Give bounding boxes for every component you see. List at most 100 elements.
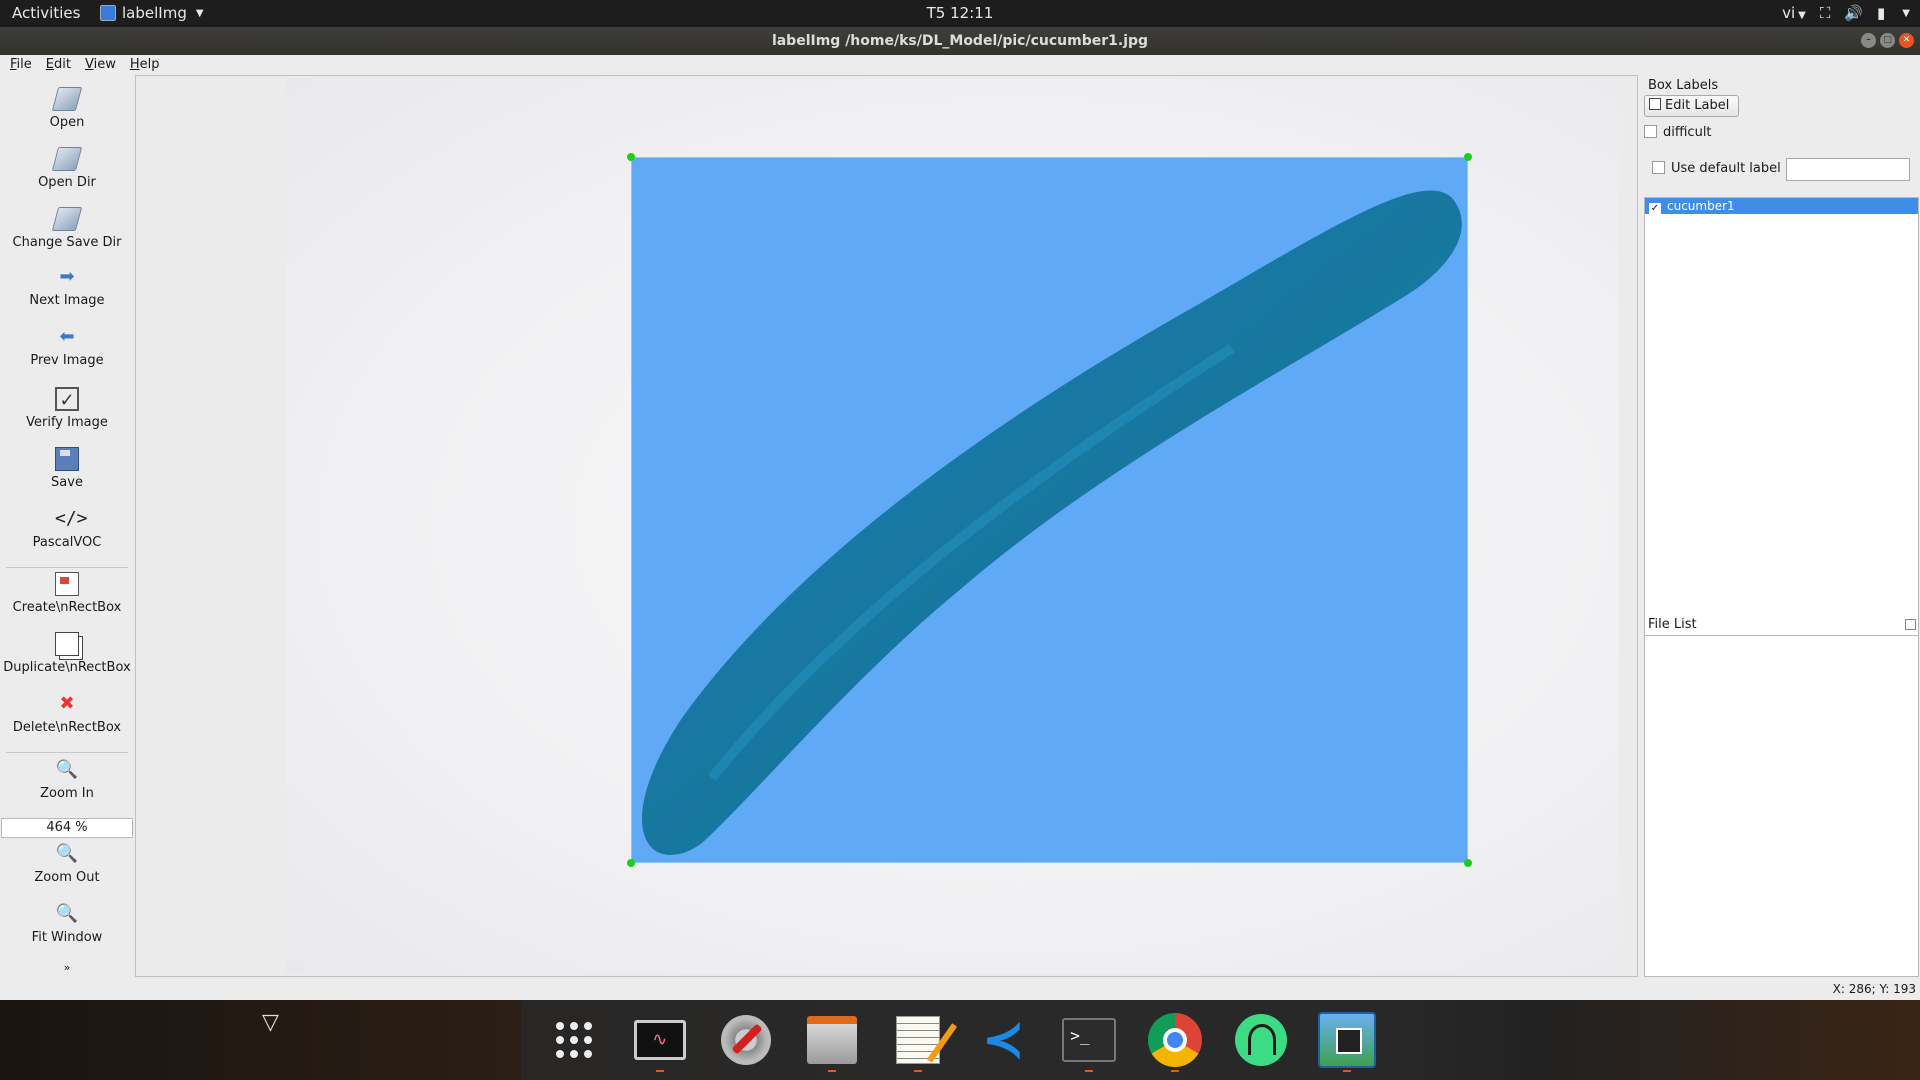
box-label-list[interactable]: ✓ cucumber1: [1644, 197, 1919, 685]
duplicate-rectbox-label: Duplicate\nRectBox: [3, 660, 131, 675]
fit-window-button[interactable]: 🔍 Fit Window: [0, 902, 134, 945]
code-icon: </>: [55, 508, 88, 529]
toolbar-divider: [6, 567, 128, 568]
app-body: Open Open Dir Change Save Dir ➡ Next Ima…: [0, 75, 1920, 1000]
dock-terminal[interactable]: >_: [1057, 1008, 1121, 1072]
dock-float-icon[interactable]: [1905, 619, 1916, 630]
default-label-input[interactable]: [1786, 158, 1910, 181]
left-toolbar: Open Open Dir Change Save Dir ➡ Next Ima…: [0, 75, 134, 977]
dock-labelimg[interactable]: [1315, 1008, 1379, 1072]
format-label: PascalVOC: [32, 535, 102, 550]
labelimg-app-icon: [100, 5, 116, 21]
open-dir-button[interactable]: Open Dir: [0, 147, 134, 190]
cucumber-image: [642, 190, 1462, 855]
dock-android-studio[interactable]: [1229, 1008, 1293, 1072]
zoom-out-icon: 🔍: [55, 843, 79, 864]
bbox-handle-top-right[interactable]: [1464, 153, 1472, 161]
dock-vscode[interactable]: ≺: [971, 1008, 1035, 1072]
minimize-button[interactable]: –: [1861, 33, 1876, 48]
chevron-down-icon: ▼: [195, 7, 204, 19]
checkbox-checked-icon[interactable]: ✓: [1649, 203, 1661, 215]
open-button[interactable]: Open: [0, 87, 134, 130]
file-list-title: File List: [1648, 617, 1697, 632]
cucumber-shape: [642, 190, 1462, 855]
save-button[interactable]: Save: [0, 447, 134, 490]
toolbar-extension-chevron-icon[interactable]: »: [0, 961, 134, 974]
clock[interactable]: T5 12:11: [927, 4, 994, 22]
label-item-text: cucumber1: [1667, 199, 1735, 213]
list-item[interactable]: ✓ cucumber1: [1645, 198, 1918, 215]
menu-file[interactable]: File: [6, 55, 36, 75]
right-panel: Box Labels Edit Label difficult Use defa…: [1640, 75, 1920, 977]
open-label: Open: [49, 115, 85, 130]
dock-system-monitor[interactable]: ∿: [628, 1008, 692, 1072]
create-rectbox-button[interactable]: Create\nRectBox: [0, 572, 134, 615]
bbox-handle-bottom-left[interactable]: [627, 859, 635, 867]
android-studio-icon: [1235, 1014, 1288, 1066]
next-image-button[interactable]: ➡ Next Image: [0, 265, 134, 308]
folder-icon: [51, 87, 83, 111]
change-save-dir-button[interactable]: Change Save Dir: [0, 207, 134, 250]
bounding-box[interactable]: [627, 153, 1472, 867]
image-canvas[interactable]: [135, 75, 1638, 977]
app-menu[interactable]: labelImg ▼: [100, 4, 204, 22]
use-default-label-text: Use default label: [1671, 161, 1781, 176]
duplicate-rectbox-button[interactable]: Duplicate\nRectBox: [0, 632, 134, 675]
menu-view[interactable]: View: [81, 55, 120, 75]
dock-files[interactable]: [800, 1008, 864, 1072]
system-tray[interactable]: vi ▼ ⛶ 🔊 ▮ ▼: [1782, 4, 1910, 22]
network-icon[interactable]: ⛶: [1820, 4, 1831, 22]
system-top-bar: Activities labelImg ▼ T5 12:11 vi ▼ ⛶ 🔊 ▮…: [0, 0, 1920, 27]
maximize-button[interactable]: □: [1880, 33, 1895, 48]
bbox-handle-bottom-right[interactable]: [1464, 859, 1472, 867]
window-title-bar: labelImg /home/ks/DL_Model/pic/cucumber1…: [0, 27, 1920, 55]
difficult-checkbox[interactable]: difficult: [1644, 125, 1712, 140]
zoom-in-label: Zoom In: [40, 786, 94, 801]
open-dir-label: Open Dir: [38, 175, 96, 190]
labelimg-icon: [1317, 1012, 1376, 1068]
volume-icon[interactable]: 🔊: [1844, 4, 1863, 22]
use-default-label-checkbox[interactable]: Use default label: [1652, 161, 1781, 176]
input-method-indicator[interactable]: vi ▼: [1782, 4, 1806, 22]
dock-chrome[interactable]: [1143, 1008, 1207, 1072]
prev-image-button[interactable]: ⬅ Prev Image: [0, 325, 134, 368]
window-controls: – □ ✕: [1861, 33, 1914, 48]
system-menu-chevron-icon[interactable]: ▼: [1902, 8, 1910, 19]
delete-x-icon: ✖: [59, 693, 75, 714]
verify-image-button[interactable]: ✓ Verify Image: [0, 387, 134, 430]
file-cabinet-icon: [806, 1016, 857, 1064]
vscode-icon: ≺: [981, 1010, 1026, 1070]
terminal-icon: >_: [1062, 1018, 1117, 1062]
zoom-out-button[interactable]: 🔍 Zoom Out: [0, 842, 134, 885]
app-grid-icon: [555, 1022, 592, 1058]
close-button[interactable]: ✕: [1899, 33, 1914, 48]
folder-icon: [51, 147, 83, 171]
menu-help[interactable]: Help: [126, 55, 164, 75]
bbox-handle-top-left[interactable]: [627, 153, 635, 161]
battery-icon[interactable]: ▮: [1877, 4, 1885, 22]
running-indicator: [655, 1070, 664, 1072]
verify-image-label: Verify Image: [26, 415, 108, 430]
activities-button[interactable]: Activities: [12, 4, 80, 22]
edit-label-button[interactable]: Edit Label: [1644, 95, 1739, 117]
delete-rectbox-button[interactable]: ✖ Delete\nRectBox: [0, 692, 134, 735]
next-image-label: Next Image: [29, 293, 105, 308]
create-box-icon: [55, 572, 79, 596]
text-editor-icon: [895, 1016, 940, 1064]
dock-settings[interactable]: [714, 1008, 778, 1072]
arrow-left-icon: ⬅: [59, 326, 75, 347]
zoom-out-label: Zoom Out: [34, 870, 100, 885]
zoom-in-icon: 🔍: [55, 759, 79, 780]
zoom-in-button[interactable]: 🔍 Zoom In: [0, 758, 134, 801]
running-indicator: [1342, 1070, 1351, 1072]
show-applications-button[interactable]: [542, 1008, 606, 1072]
dock-text-editor[interactable]: [886, 1008, 950, 1072]
zoom-level-spinbox[interactable]: 464 %: [1, 818, 133, 838]
format-button[interactable]: </> PascalVOC: [0, 507, 134, 550]
file-list[interactable]: [1644, 635, 1919, 977]
menu-edit[interactable]: Edit: [42, 55, 75, 75]
toolbar-divider: [6, 752, 128, 753]
floppy-disk-icon: [55, 447, 79, 471]
chrome-icon: [1148, 1013, 1203, 1067]
difficult-label: difficult: [1663, 125, 1712, 140]
